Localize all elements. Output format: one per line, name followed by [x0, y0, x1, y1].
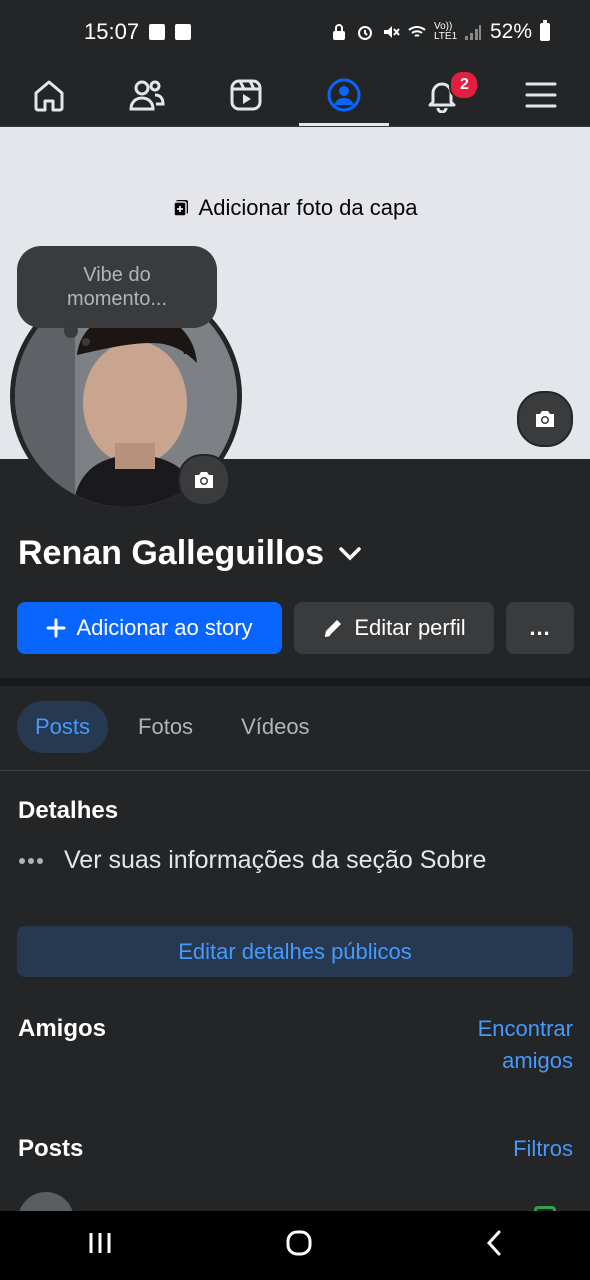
find-friends-link[interactable]: Encontrar amigos	[478, 1013, 573, 1077]
mood-bubble-line-1: Vibe do	[83, 264, 151, 286]
recent-apps-button[interactable]	[87, 1231, 113, 1260]
status-right: Vo)) LTE1 52%	[330, 20, 550, 44]
home-circle-icon	[286, 1230, 312, 1256]
find-friends-line-1: Encontrar	[477, 1016, 573, 1041]
tab-posts[interactable]: Posts	[17, 701, 109, 753]
bubble-tail	[64, 324, 78, 338]
tab-videos[interactable]: Vídeos	[223, 701, 328, 753]
mood-bubble[interactable]: Vibe do momento...	[17, 246, 217, 328]
nav-video[interactable]	[201, 64, 291, 126]
alarm-icon	[357, 26, 372, 40]
about-link[interactable]: Ver suas informações da seção Sobre	[18, 846, 486, 875]
top-nav: 2	[0, 64, 590, 127]
plus-icon	[46, 618, 66, 638]
menu-icon	[525, 82, 557, 108]
friends-icon	[129, 80, 165, 111]
tab-photos[interactable]: Fotos	[120, 701, 211, 753]
home-icon	[34, 80, 64, 112]
wifi-icon	[408, 26, 426, 37]
profile-name-text: Renan Galleguillos	[18, 534, 325, 572]
mood-bubble-line-2: momento...	[66, 288, 168, 310]
edit-profile-label: Editar perfil	[354, 615, 466, 640]
home-button[interactable]	[286, 1230, 312, 1261]
add-story-label: Adicionar ao story	[76, 615, 253, 640]
filters-link[interactable]: Filtros	[513, 1133, 573, 1165]
status-time: 15:07	[84, 19, 140, 44]
battery-icon	[540, 20, 550, 41]
find-friends-line-2: amigos	[502, 1048, 573, 1073]
camera-icon	[536, 411, 554, 427]
system-navigation-bar	[0, 1211, 590, 1280]
add-photo-icon	[172, 200, 188, 217]
edit-public-details-label: Editar detalhes públicos	[178, 938, 412, 964]
profile-tabs: Posts Fotos Vídeos	[17, 701, 328, 753]
signal-icon	[464, 25, 481, 40]
cover-camera-button[interactable]	[517, 391, 573, 447]
edit-public-details-button[interactable]: Editar detalhes públicos	[17, 926, 573, 977]
profile-actions: Adicionar ao story Editar perfil ...	[17, 602, 574, 654]
nav-friends[interactable]	[102, 64, 192, 126]
back-icon	[487, 1230, 501, 1256]
chevron-down-icon	[339, 546, 361, 560]
about-link-label: Ver suas informações da seção Sobre	[64, 846, 487, 874]
recent-apps-icon	[89, 1233, 111, 1253]
more-options-button[interactable]: ...	[506, 602, 574, 654]
mute-icon	[383, 26, 400, 38]
friends-title: Amigos	[18, 1015, 107, 1042]
battery-percent: 52%	[489, 20, 532, 43]
notification-badge: 2	[449, 70, 480, 100]
lock-icon	[332, 24, 345, 40]
pencil-icon	[325, 620, 342, 637]
voicemail-notification-icon	[175, 24, 192, 40]
add-cover-photo[interactable]: Adicionar foto da capa	[0, 195, 590, 221]
details-title: Detalhes	[18, 797, 119, 824]
add-story-button[interactable]: Adicionar ao story	[17, 602, 282, 654]
camera-icon	[195, 472, 213, 488]
edit-profile-button[interactable]: Editar perfil	[294, 602, 494, 654]
status-left: 15:07	[84, 19, 192, 45]
nav-menu[interactable]	[496, 64, 586, 126]
profile-name[interactable]: Renan Galleguillos	[18, 534, 362, 573]
facebook-notification-icon	[149, 24, 166, 40]
add-cover-label: Adicionar foto da capa	[198, 195, 418, 220]
volte-icon: Vo)) LTE1	[433, 21, 458, 42]
status-bar: 15:07 Vo)) LTE1 52%	[0, 0, 590, 64]
avatar-camera-button[interactable]	[178, 454, 230, 506]
video-icon	[230, 79, 262, 111]
nav-notifications[interactable]: 2	[397, 64, 487, 126]
section-divider	[0, 678, 590, 686]
more-dots-icon	[19, 857, 43, 864]
more-options-label: ...	[529, 615, 551, 640]
nav-home[interactable]	[4, 64, 94, 126]
posts-title: Posts	[18, 1135, 84, 1162]
bubble-tail-small	[82, 338, 90, 346]
back-button[interactable]	[485, 1230, 503, 1261]
profile-icon	[327, 78, 361, 112]
nav-profile[interactable]	[299, 64, 390, 126]
tabs-divider	[0, 770, 590, 771]
